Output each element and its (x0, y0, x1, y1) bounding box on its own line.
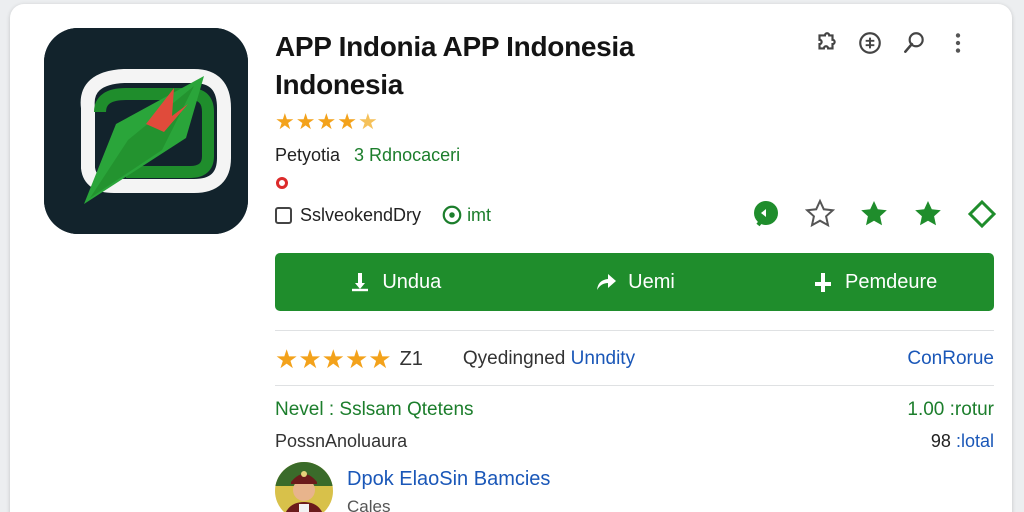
star-outline-icon[interactable] (804, 196, 836, 232)
star-filled-icon[interactable] (912, 196, 944, 232)
divider (275, 330, 994, 331)
search-icon[interactable] (900, 28, 928, 58)
status-dot-icon (276, 177, 288, 189)
add-person-icon (815, 273, 832, 292)
avatar[interactable] (275, 462, 333, 512)
user-name[interactable]: Dpok ElaoSin Bamcies (347, 468, 550, 491)
action-bar: Undua Uemi Pemdeure (275, 253, 994, 311)
top-actions (812, 28, 972, 58)
reviews-row: ★ ★ ★ ★ ★ Z1 Qyedingned Unndity ConRorue (275, 344, 994, 374)
level-label: Nevel : Sslsam Qtetens (275, 399, 474, 420)
puzzle-icon[interactable] (812, 28, 840, 58)
developer-line: Petyotia 3 Rdnocaceri (275, 145, 460, 166)
star-icon: ★ (368, 344, 392, 374)
review-label-part-1: Qyedingned (462, 348, 566, 369)
app-rating-stars: ★ ★ ★ ★ ★ (275, 110, 378, 134)
app-logo-icon (44, 28, 248, 234)
review-label-part-2[interactable]: Unndity (571, 348, 635, 369)
star-icon: ★ (316, 109, 337, 134)
user-row: Dpok ElaoSin Bamcies Cales (275, 462, 550, 512)
badge-icon (442, 205, 462, 225)
star-icon: ★ (298, 344, 322, 374)
app-logo (44, 28, 248, 234)
position-total-link[interactable]: :lotal (956, 431, 994, 451)
app-detail-card: APP Indonia APP Indonesia Indonesia ★ ★ … (10, 4, 1012, 512)
star-filled-icon[interactable] (858, 196, 890, 232)
app-title-line-1: APP Indonia APP Indonesia (275, 31, 635, 62)
star-icon: ★ (275, 109, 295, 134)
review-count: Z1 (399, 347, 423, 370)
reviews-link[interactable]: ConRorue (907, 348, 994, 370)
star-icon: ★ (295, 109, 316, 134)
user-subtitle: Cales (347, 497, 391, 512)
checkbox-row: SslveokendDry imt (275, 204, 491, 226)
star-icon: ★ (321, 344, 345, 374)
download-button[interactable]: Undua (275, 253, 515, 311)
tag-badge: imt (441, 204, 491, 226)
review-label: Qyedingned Unndity (463, 348, 635, 370)
level-row: Nevel : Sslsam Qtetens 1.00 :rotur (275, 399, 994, 421)
user-info: Dpok ElaoSin Bamcies Cales (347, 462, 550, 512)
add-button[interactable]: Pemdeure (754, 253, 994, 311)
star-icon: ★ (275, 344, 299, 374)
quick-icon-row (750, 196, 998, 232)
share-label: Uemi (628, 270, 675, 293)
review-stars: ★ ★ ★ ★ ★ (275, 345, 392, 373)
diamond-outline-icon[interactable] (966, 196, 998, 232)
divider (275, 385, 994, 386)
chat-icon[interactable] (750, 196, 782, 232)
shield-icon[interactable] (856, 28, 884, 58)
position-label: PossnAnoluaura (275, 431, 408, 451)
download-icon (352, 273, 369, 292)
star-icon: ★ (337, 109, 357, 134)
star-half-icon: ★ (357, 109, 378, 134)
level-value: 1.00 :rotur (907, 399, 994, 420)
checkbox-label: SslveokendDry (300, 204, 422, 225)
position-row: PossnAnoluaura 98 :lotal (275, 431, 994, 452)
position-number: 98 (930, 431, 951, 451)
position-value: 98 :lotal (931, 431, 994, 452)
download-count: 3 Rdnocaceri (354, 145, 461, 165)
app-title: APP Indonia APP Indonesia Indonesia (275, 28, 795, 104)
more-vert-icon[interactable] (944, 28, 972, 58)
star-icon: ★ (344, 344, 369, 374)
checkbox[interactable] (275, 206, 292, 224)
app-title-line-2: Indonesia (275, 69, 403, 100)
share-arrow-icon (597, 274, 617, 290)
share-button[interactable]: Uemi (515, 253, 755, 311)
tag-label: imt (467, 204, 492, 225)
download-label: Undua (382, 270, 442, 293)
developer-name[interactable]: Petyotia (275, 145, 340, 166)
add-label: Pemdeure (845, 270, 938, 293)
